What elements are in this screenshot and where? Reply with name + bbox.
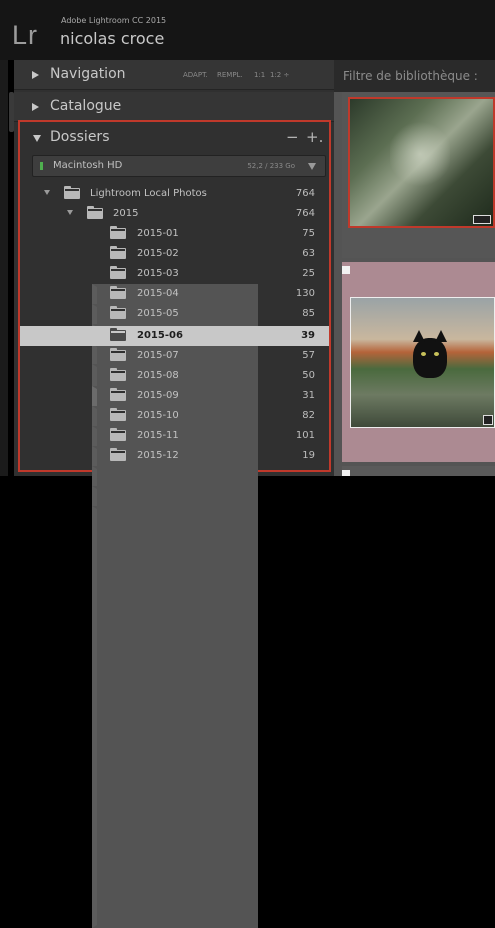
folder-count: 85 [302,308,315,319]
remove-folder-button[interactable]: − [286,128,299,146]
photo-thumbnail-trees[interactable] [348,97,495,228]
app-name: Adobe Lightroom CC 2015 [61,16,167,25]
folder-row-2015-07[interactable]: 2015-07 57 [20,346,329,828]
folder-row-2015-06[interactable]: 2015-06 39 [20,326,329,808]
folder-row-2015-09[interactable]: 2015-09 31 [20,386,329,868]
folder-count: 75 [302,228,315,239]
folder-name: 2015-11 [137,430,179,441]
folder-count: 57 [302,350,315,361]
folder-count: 764 [295,188,315,199]
folder-row-year[interactable]: 2015 764 [20,204,329,224]
volume-bar[interactable]: Macintosh HD 52,2 / 233 Go [32,155,326,177]
folder-icon [110,448,126,461]
user-name: nicolas croce [60,29,165,48]
folder-icon [110,408,126,421]
folder-icon [110,428,126,441]
folder-count: 101 [295,430,315,441]
folder-icon [87,206,103,219]
disclosure-triangle-icon[interactable] [67,210,73,215]
folder-row-2015-10[interactable]: 2015-10 82 [20,406,329,888]
folder-name: 2015 [113,208,139,219]
volume-menu-icon[interactable] [308,163,316,170]
lightroom-logo: Lr [12,20,39,50]
folder-count: 82 [302,410,315,421]
folder-icon [110,286,126,299]
folder-name: Lightroom Local Photos [90,188,207,199]
volume-status-icon [40,162,43,170]
folder-icon [110,328,126,341]
folder-row-2015-05[interactable]: 2015-05 85 [20,304,329,786]
folder-row-root[interactable]: Lightroom Local Photos 764 [20,184,329,204]
zoom-1-1-button[interactable]: 1:1 [254,71,265,79]
folder-row-2015-02[interactable]: 2015-02 63 [20,244,329,726]
badge-icon [473,215,491,224]
folder-row-2015-08[interactable]: 2015-08 50 [20,366,329,848]
disclosure-triangle-icon[interactable] [92,506,258,928]
flag-icon[interactable] [342,470,350,476]
folder-icon [110,266,126,279]
folder-count: 764 [295,208,315,219]
zoom-1-2-button[interactable]: 1:2 ÷ [270,71,289,79]
volume-size: 52,2 / 233 Go [247,162,295,170]
folder-name: 2015-03 [137,268,179,279]
library-filter-label: Filtre de bibliothèque : [343,69,478,83]
identity-plate: Lr Adobe Lightroom CC 2015 nicolas croce [0,0,495,60]
expand-triangle-icon[interactable] [32,103,39,111]
folder-count: 63 [302,248,315,259]
expand-triangle-icon[interactable] [32,71,39,79]
disclosure-triangle-icon[interactable] [44,190,50,195]
folder-icon [110,368,126,381]
grid-cell[interactable] [342,466,495,476]
folder-icon [110,388,126,401]
navigation-header[interactable]: Navigation ADAPT. REMPL. 1:1 1:2 ÷ [14,60,334,90]
folder-count: 39 [301,330,315,341]
cat-image [413,330,447,378]
folder-count: 50 [302,370,315,381]
folder-count: 31 [302,390,315,401]
folder-name: 2015-02 [137,248,179,259]
folder-row-2015-11[interactable]: 2015-11 101 [20,426,329,908]
folder-name: 2015-09 [137,390,179,401]
folder-name: 2015-10 [137,410,179,421]
zoom-fill-button[interactable]: REMPL. [217,71,243,79]
folder-name: 2015-06 [137,330,183,341]
folder-name: 2015-04 [137,288,179,299]
folder-icon [110,348,126,361]
folder-name: 2015-01 [137,228,179,239]
cat-eye [421,352,426,356]
folder-row-2015-03[interactable]: 2015-03 25 [20,264,329,746]
flag-icon[interactable] [342,266,350,274]
collapse-triangle-icon[interactable] [33,135,41,142]
add-folder-button[interactable]: +. [306,128,323,146]
folder-name: 2015-12 [137,450,179,461]
folder-count: 130 [295,288,315,299]
folder-name: 2015-08 [137,370,179,381]
folder-row-2015-12[interactable]: 2015-12 19 [20,446,329,928]
folder-icon [64,186,80,199]
folder-count: 19 [302,450,315,461]
cat-eye [434,352,439,356]
folder-name: 2015-07 [137,350,179,361]
badge-icon [483,415,493,425]
folder-count: 25 [302,268,315,279]
folder-name: 2015-05 [137,308,179,319]
left-edge [0,60,8,476]
catalogue-header[interactable]: Catalogue [14,92,334,122]
folder-icon [110,226,126,239]
zoom-fit-button[interactable]: ADAPT. [183,71,208,79]
catalogue-title: Catalogue [50,98,122,114]
dossiers-title: Dossiers [50,129,110,145]
folder-icon [110,246,126,259]
volume-name: Macintosh HD [53,160,123,171]
navigation-title: Navigation [50,66,126,82]
photo-thumbnail-cat[interactable] [350,297,495,428]
folder-row-2015-04[interactable]: 2015-04 130 [20,284,329,766]
folder-row-2015-01[interactable]: 2015-01 75 [20,224,329,706]
folder-icon [110,306,126,319]
